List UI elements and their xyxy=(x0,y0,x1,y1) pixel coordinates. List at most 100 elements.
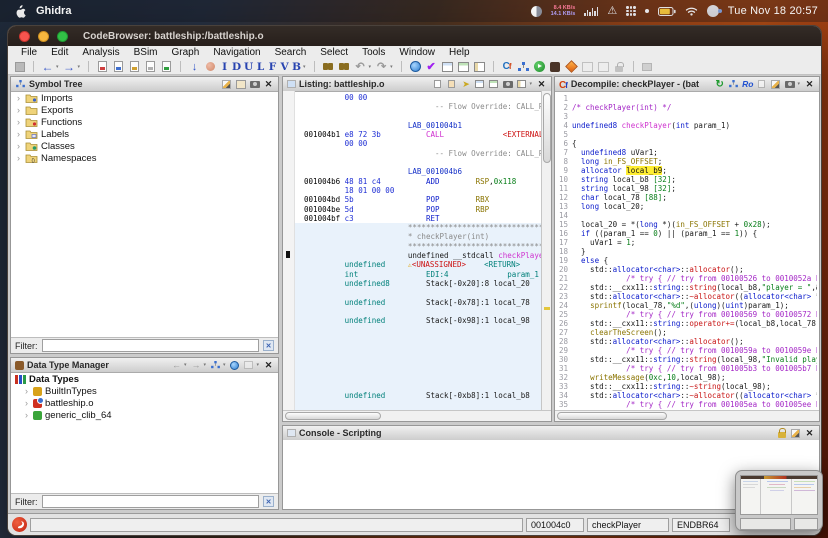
tree-item-functions[interactable]: › Functions xyxy=(11,116,278,128)
byte-viewer-icon[interactable] xyxy=(549,60,562,73)
chevron-right-icon[interactable]: › xyxy=(15,117,22,127)
camera-icon[interactable] xyxy=(784,79,795,90)
code-line[interactable] xyxy=(295,307,541,316)
code-line[interactable]: 31 /* try { // try from 001005b3 to 0010… xyxy=(557,364,817,373)
code-line[interactable]: 12 char local_78 [88]; xyxy=(557,193,817,202)
close-window-button[interactable] xyxy=(19,31,30,42)
scrollbar-thumb[interactable] xyxy=(285,412,381,420)
paste-special-icon[interactable] xyxy=(112,60,125,73)
scrollbar-thumb[interactable] xyxy=(543,93,551,163)
memory-chip-icon[interactable] xyxy=(641,60,654,73)
code-line[interactable]: 001004b1 e8 72 3b CALL <EXTERNAL>::__st xyxy=(295,130,541,139)
code-line[interactable]: undefined Stack[-0xb8]:1 local_b8 xyxy=(295,391,541,400)
code-line[interactable]: 001004b6 48 81 c4 ADD RSP,0x118 xyxy=(295,177,541,186)
code-line[interactable]: LAB_001004b6 xyxy=(295,167,541,176)
close-icon[interactable]: ✕ xyxy=(804,428,815,439)
code-line[interactable]: 33 std::__cxx11::string::~string(local_9… xyxy=(557,382,817,391)
menu-window[interactable]: Window xyxy=(392,47,442,58)
code-line[interactable]: 10 string local_b8 [32]; xyxy=(557,175,817,184)
menu-tools[interactable]: Tools xyxy=(355,47,392,58)
nav-function-icon[interactable]: F xyxy=(268,61,277,73)
symbol-tree-filter-input[interactable] xyxy=(42,339,260,352)
forward-icon[interactable]: → xyxy=(190,360,201,371)
code-line[interactable]: * checkPlayer(int) xyxy=(295,232,541,241)
code-line[interactable]: 1 xyxy=(557,94,817,103)
code-line[interactable] xyxy=(295,325,541,334)
cursor-highlight-icon[interactable]: ➤ xyxy=(460,79,471,90)
validate-icon[interactable]: ✔ xyxy=(425,60,438,73)
forward-icon[interactable]: → xyxy=(63,60,76,73)
nav-undefined-icon[interactable]: U xyxy=(244,61,253,73)
screen-preview-overlay[interactable] xyxy=(735,470,823,531)
close-icon[interactable]: ✕ xyxy=(263,360,274,371)
code-line[interactable]: 6{ xyxy=(557,139,817,148)
code-line[interactable]: 18 01 00 00 xyxy=(295,186,541,195)
snapshot-page-icon[interactable] xyxy=(128,60,141,73)
close-icon[interactable]: ✕ xyxy=(536,79,547,90)
wifi-icon[interactable] xyxy=(685,6,698,16)
nav-instruction-icon[interactable]: I xyxy=(220,61,229,73)
pencil-icon[interactable] xyxy=(221,79,232,90)
code-line[interactable]: undefined Stack[-0x98]:1 local_98 xyxy=(295,316,541,325)
function-graph-icon[interactable]: Cf xyxy=(501,60,514,73)
chevron-right-icon[interactable]: › xyxy=(15,105,22,115)
code-line[interactable]: LAB_001004b1 xyxy=(295,121,541,130)
minimize-window-button[interactable] xyxy=(38,31,49,42)
clear-filter-icon[interactable]: ✕ xyxy=(263,340,274,351)
copy-icon[interactable] xyxy=(756,79,767,90)
clear-filter-icon[interactable]: ✕ xyxy=(263,496,274,507)
minimize-icon[interactable] xyxy=(243,360,254,371)
redo-icon[interactable]: ↷ xyxy=(375,60,388,73)
code-line[interactable]: 22 std::__cxx11::string::string(local_b8… xyxy=(557,283,817,292)
menu-analysis[interactable]: Analysis xyxy=(75,47,126,58)
chevron-right-icon[interactable]: › xyxy=(15,153,22,163)
diff-view-icon[interactable] xyxy=(474,79,485,90)
window-b-icon[interactable] xyxy=(597,60,610,73)
nav-label-icon[interactable]: L xyxy=(256,61,265,73)
battery-icon[interactable] xyxy=(658,7,676,16)
menubar-clock[interactable]: Tue Nov 18 20:57 xyxy=(728,5,818,17)
tree-item-classes[interactable]: › Classes xyxy=(11,140,278,152)
graph-icon[interactable] xyxy=(728,79,739,90)
fast-user-switch-icon[interactable] xyxy=(707,5,719,17)
code-line[interactable]: 25 /* try { // try from 00100569 to 0010… xyxy=(557,310,817,319)
code-line[interactable]: 4undefined8 checkPlayer(int param_1) xyxy=(557,121,817,130)
search-memory-icon[interactable] xyxy=(322,60,335,73)
code-line[interactable]: 3 xyxy=(557,112,817,121)
code-line[interactable]: 5 xyxy=(557,130,817,139)
listing-code[interactable]: 00 00 -- Flow Override: CALL_RETURN ( LA… xyxy=(295,93,541,410)
code-line[interactable]: undefined8 Stack[-0x20]:8 local_20 xyxy=(295,279,541,288)
code-line[interactable]: 21 /* try { // try from 00100526 to 0010… xyxy=(557,274,817,283)
decompile-code[interactable]: 12/* checkPlayer(int) */34undefined8 che… xyxy=(557,94,817,410)
copy-icon[interactable] xyxy=(432,79,443,90)
code-line[interactable]: 17 uVar1 = 1; xyxy=(557,238,817,247)
save-icon[interactable] xyxy=(13,60,26,73)
nav-varied-icon[interactable]: V xyxy=(280,61,289,73)
edit-icon[interactable] xyxy=(770,79,781,90)
code-line[interactable]: 29 /* try { // try from 0010059a to 0010… xyxy=(557,346,817,355)
code-line[interactable]: -- Flow Override: CALL_RETURN ( xyxy=(295,149,541,158)
data-type-icon[interactable] xyxy=(565,60,578,73)
nav-bookmark-icon[interactable]: B xyxy=(292,61,301,73)
ghidra-dragon-icon[interactable] xyxy=(12,517,27,532)
chevron-right-icon[interactable]: › xyxy=(23,398,30,408)
code-line[interactable]: 32 writeMessage(0xc,10,local_98); xyxy=(557,373,817,382)
panel-layout-icon[interactable] xyxy=(473,60,486,73)
code-line[interactable]: 16 if ((param_1 == 0) || (param_1 == 1))… xyxy=(557,229,817,238)
dtm-header[interactable]: Data Type Manager ←▾ →▾ ▾ ▾ ✕ xyxy=(11,358,278,373)
close-icon[interactable]: ✕ xyxy=(804,79,815,90)
search-program-icon[interactable] xyxy=(338,60,351,73)
decompile-header[interactable]: Cf Decompile: checkPlayer - (battleshi..… xyxy=(555,77,819,92)
chevron-right-icon[interactable]: › xyxy=(23,410,30,420)
display-contrast-icon[interactable] xyxy=(531,6,542,17)
menu-help[interactable]: Help xyxy=(442,47,477,58)
refresh-icon[interactable] xyxy=(229,360,240,371)
network-speed-indicator[interactable]: 8.4 KB/s 14.1 KB/s xyxy=(551,5,576,17)
tree-item-imports[interactable]: › Imports xyxy=(11,92,278,104)
apple-logo-icon[interactable] xyxy=(14,4,26,18)
tree-item-exports[interactable]: › Exports xyxy=(11,104,278,116)
dtm-filter-input[interactable] xyxy=(42,495,260,508)
code-line[interactable]: 00 00 xyxy=(295,139,541,148)
margin-markers-icon[interactable] xyxy=(488,79,499,90)
code-line[interactable]: int EDI:4 param_1 xyxy=(295,270,541,279)
